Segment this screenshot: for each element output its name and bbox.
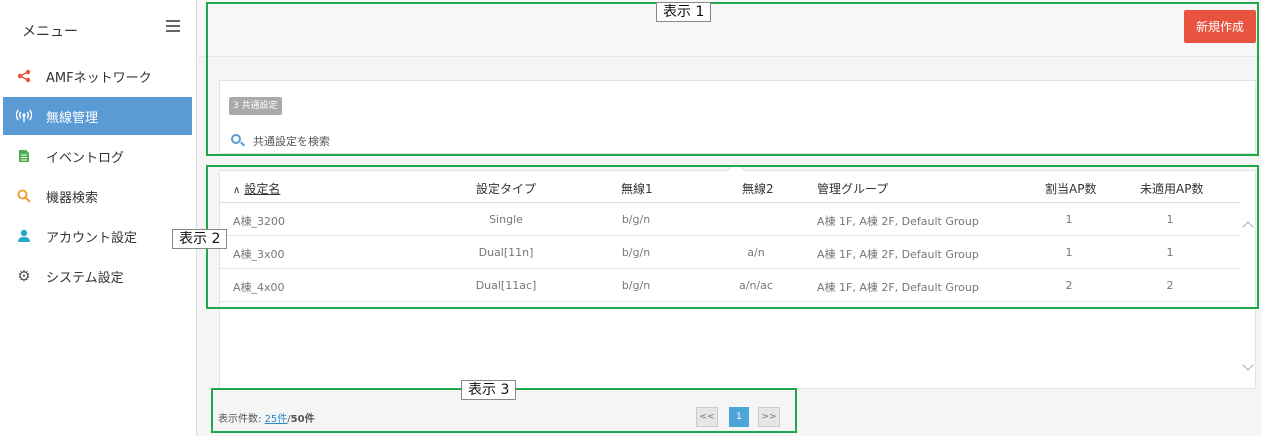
- per-page-label: 表示件数:: [218, 414, 262, 425]
- sidebar-item-account-settings[interactable]: アカウント設定: [3, 217, 192, 255]
- cell-management-group: A棟 1F, A棟 2F, Default Group: [817, 248, 979, 261]
- toolbar: [198, 0, 1261, 57]
- share-icon: [16, 68, 32, 84]
- new-create-button[interactable]: 新規作成: [1184, 10, 1256, 43]
- scroll-down-icon[interactable]: [1241, 359, 1255, 374]
- cell-wireless1: b/g/n: [621, 213, 651, 226]
- sort-asc-icon: ∧: [233, 185, 241, 196]
- table-row[interactable]: A棟_3x00 Dual[11n] b/g/n a/n A棟 1F, A棟 2F…: [220, 236, 1240, 269]
- cell-type: Dual[11n]: [478, 246, 534, 259]
- wireless-icon: [16, 108, 32, 124]
- cell-name: A棟_3200: [233, 215, 286, 228]
- column-header-wireless1[interactable]: 無線1: [621, 180, 653, 197]
- cell-assigned-ap: 2: [1065, 279, 1073, 292]
- cell-assigned-ap: 1: [1065, 246, 1073, 259]
- sidebar-item-system-settings[interactable]: ⚙ システム設定: [3, 257, 192, 295]
- column-header-unapplied-ap[interactable]: 未適用AP数: [1140, 180, 1203, 197]
- sidebar-item-label: システム設定: [46, 270, 124, 286]
- cell-assigned-ap: 1: [1065, 213, 1073, 226]
- scroll-up-icon[interactable]: [1241, 218, 1255, 233]
- cell-name: A棟_3x00: [233, 248, 285, 261]
- search-icon: [16, 188, 32, 204]
- annotation-label-3: 表示 3: [461, 380, 517, 400]
- cell-unapplied-ap: 1: [1166, 213, 1174, 226]
- sidebar: メニュー AMFネットワーク 無線管理 イベントログ 機器検索 アカウント設定 …: [0, 0, 197, 436]
- document-icon: [16, 148, 32, 164]
- common-settings-search[interactable]: [231, 132, 493, 150]
- total-count: 50件: [290, 414, 315, 425]
- cell-management-group: A棟 1F, A棟 2F, Default Group: [817, 215, 979, 228]
- hamburger-menu-icon[interactable]: [166, 20, 180, 32]
- cell-type: Dual[11ac]: [475, 279, 537, 292]
- sidebar-item-label: イベントログ: [46, 150, 125, 166]
- cell-unapplied-ap: 1: [1166, 246, 1174, 259]
- sidebar-item-label: アカウント設定: [46, 230, 138, 246]
- sidebar-item-label: 無線管理: [46, 110, 99, 126]
- pagination-info: 表示件数: 25件/50件: [218, 410, 315, 425]
- menu-title: メニュー: [22, 24, 78, 40]
- per-page-selector[interactable]: 25件: [265, 414, 288, 425]
- sidebar-item-event-log[interactable]: イベントログ: [3, 137, 192, 175]
- sidebar-item-amf-network[interactable]: AMFネットワーク: [3, 57, 192, 95]
- search-icon: [231, 134, 245, 148]
- sidebar-item-device-search[interactable]: 機器検索: [3, 177, 192, 215]
- cell-unapplied-ap: 2: [1166, 279, 1174, 292]
- sidebar-item-label: 機器検索: [46, 190, 99, 206]
- sidebar-item-wireless-management[interactable]: 無線管理: [3, 97, 192, 135]
- annotation-label-1: 表示 1: [656, 2, 712, 22]
- page-1-button[interactable]: 1: [729, 407, 749, 427]
- column-header-name[interactable]: ∧ 設定名: [233, 180, 280, 197]
- common-settings-count-badge: 3 共通設定: [229, 97, 282, 115]
- table-header: ∧ 設定名 設定タイプ 無線1 無線2 管理グループ 割当AP数 未適用AP数: [220, 171, 1240, 203]
- cell-wireless1: b/g/n: [621, 246, 651, 259]
- cell-wireless2: a/n: [747, 246, 765, 259]
- next-page-button[interactable]: >>: [758, 407, 780, 427]
- table-row[interactable]: A棟_3200 Single b/g/n A棟 1F, A棟 2F, Defau…: [220, 203, 1240, 236]
- cell-type: Single: [489, 213, 523, 226]
- gear-icon: ⚙: [17, 267, 31, 285]
- common-settings-search-input[interactable]: [253, 134, 493, 148]
- annotation-label-2: 表示 2: [172, 229, 228, 249]
- column-header-type[interactable]: 設定タイプ: [476, 180, 536, 197]
- cell-management-group: A棟 1F, A棟 2F, Default Group: [817, 281, 979, 294]
- cell-wireless2: a/n/ac: [739, 279, 773, 292]
- prev-page-button[interactable]: <<: [696, 407, 718, 427]
- menu-header: メニュー: [0, 0, 197, 56]
- cell-wireless1: b/g/n: [621, 279, 651, 292]
- sidebar-item-label: AMFネットワーク: [46, 70, 152, 86]
- user-icon: [16, 228, 32, 244]
- column-header-management-group[interactable]: 管理グループ: [817, 180, 888, 197]
- column-header-wireless2[interactable]: 無線2: [742, 180, 774, 197]
- table-row[interactable]: A棟_4x00 Dual[11ac] b/g/n a/n/ac A棟 1F, A…: [220, 269, 1240, 302]
- column-header-assigned-ap[interactable]: 割当AP数: [1045, 180, 1096, 197]
- cell-name: A棟_4x00: [233, 281, 285, 294]
